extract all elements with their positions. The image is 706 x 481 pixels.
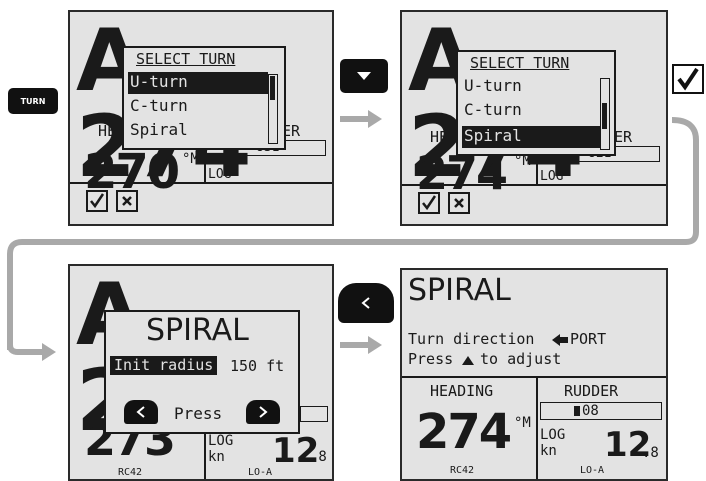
footer-left: RC42 — [450, 465, 475, 476]
heading-unit: °M — [182, 151, 199, 167]
close-icon — [454, 198, 464, 208]
log-unit: kn — [208, 449, 225, 465]
menu-item-u-turn[interactable]: U-turn — [462, 76, 600, 98]
heading-label: HEADING — [430, 382, 494, 400]
heading-unit: °M — [514, 153, 531, 169]
popup-title: SPIRAL — [146, 313, 249, 348]
log-label: LOG — [540, 169, 564, 184]
triangle-up-icon — [462, 356, 474, 365]
menu-item-spiral[interactable]: Spiral — [462, 126, 600, 148]
check-icon — [422, 195, 437, 211]
footer-right: LO-A — [580, 465, 605, 476]
menu-scrollbar-thumb[interactable] — [602, 103, 607, 129]
menu-item-c-turn[interactable]: C-turn — [462, 100, 600, 122]
rudder-label: ER — [614, 128, 633, 146]
select-turn-menu: SELECT TURN U-turn C-turn Spiral — [122, 46, 286, 150]
adjust-hint-suffix: to adjust — [480, 350, 562, 368]
rudder-marker — [574, 406, 580, 416]
data-divider — [204, 430, 206, 479]
select-turn-menu: SELECT TURN U-turn C-turn Spiral — [456, 50, 616, 156]
popup-right-button[interactable] — [246, 400, 280, 424]
menu-scrollbar[interactable] — [600, 78, 610, 150]
popup-left-button[interactable] — [124, 400, 158, 424]
menu-title: SELECT TURN — [470, 54, 570, 72]
softkey-bar-divider — [402, 184, 666, 186]
flow-arrow-3 — [340, 342, 370, 348]
menu-item-spiral[interactable]: Spiral — [128, 120, 268, 142]
rudder-bar — [300, 406, 328, 422]
check-icon — [90, 193, 105, 209]
log-label: LOG — [540, 427, 566, 443]
chevron-right-icon — [259, 406, 268, 418]
softkey-bar-divider — [70, 182, 332, 184]
press-label: Press — [174, 404, 223, 423]
arrow-left-icon — [552, 334, 568, 346]
log-decimal: .8 — [310, 449, 327, 465]
param-label[interactable]: Init radius — [110, 356, 218, 375]
softkey-ok[interactable] — [418, 192, 440, 214]
menu-title: SELECT TURN — [136, 50, 236, 68]
screen-spiral-active: SPIRAL Turn direction PORT Press to adju… — [400, 268, 668, 481]
softkey-ok[interactable] — [86, 190, 108, 212]
rudder-value: 08 — [582, 403, 599, 419]
rudder-bar — [540, 402, 662, 420]
spiral-popup: SPIRAL Init radius 150 ft Press — [104, 310, 300, 434]
turn-direction-value: PORT — [570, 330, 607, 348]
screen-spiral-setup: A 274 273 LOG kn 12 .8 RC42 LO-A SPIRAL … — [68, 264, 334, 481]
screen-select-turn-1: A 274 HE ER U31 270 °M LOG SELECT TURN U… — [68, 10, 334, 226]
menu-scrollbar-thumb[interactable] — [270, 76, 275, 100]
log-unit: kn — [540, 443, 557, 459]
heading-value: 270 — [84, 144, 180, 200]
data-divider — [536, 378, 538, 479]
screen-select-turn-2: A 274 HE ER U21 274 °M LOG SELECT TURN U… — [400, 10, 668, 226]
title-divider — [402, 376, 666, 378]
log-decimal: .8 — [642, 445, 659, 461]
turn-direction-label: Turn direction — [408, 330, 535, 348]
param-value: 150 ft — [230, 357, 285, 375]
menu-item-u-turn[interactable]: U-turn — [128, 72, 268, 94]
rudder-label: RUDDER — [564, 382, 619, 400]
log-label: LOG — [208, 433, 234, 449]
menu-scrollbar[interactable] — [268, 74, 278, 144]
footer-right: LO-A — [248, 467, 273, 478]
softkey-cancel[interactable] — [448, 192, 470, 214]
footer-left: RC42 — [118, 467, 143, 478]
heading-unit: °M — [514, 415, 531, 431]
heading-value: 274 — [416, 404, 512, 460]
softkey-cancel[interactable] — [116, 190, 138, 212]
adjust-hint-prefix: Press — [408, 350, 454, 368]
heading-label: HE — [98, 122, 117, 140]
chevron-left-icon — [136, 406, 145, 418]
close-icon — [122, 196, 132, 206]
menu-item-c-turn[interactable]: C-turn — [128, 96, 268, 118]
mode-title: SPIRAL — [408, 273, 511, 308]
log-label: LOG — [208, 167, 232, 182]
heading-label: HE — [430, 128, 449, 146]
flow-arrowhead-3 — [368, 336, 382, 354]
heading-value: 274 — [416, 146, 508, 200]
